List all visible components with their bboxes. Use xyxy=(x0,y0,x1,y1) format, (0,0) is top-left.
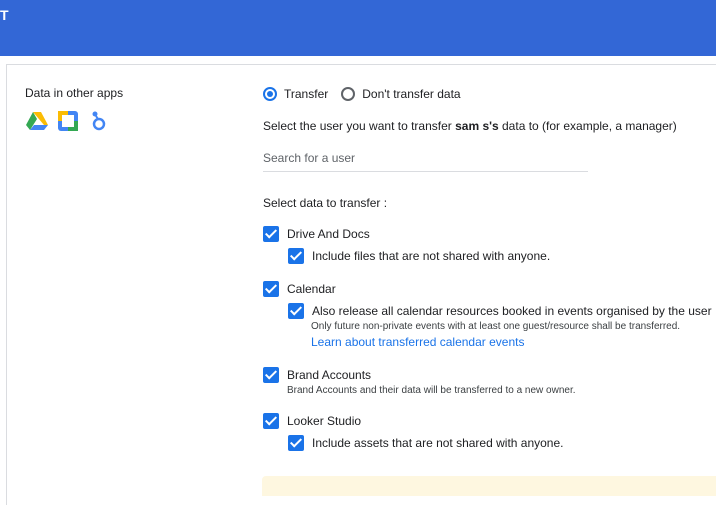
looker-studio-option[interactable]: Looker Studio xyxy=(263,413,361,429)
transfer-radio-label[interactable]: Transfer xyxy=(284,87,328,101)
calendar-checkbox[interactable] xyxy=(263,281,279,297)
brand-accounts-label: Brand Accounts xyxy=(287,368,372,382)
drive-unshared-files-label: Include files that are not shared with a… xyxy=(312,249,551,263)
calendar-label: Calendar xyxy=(287,282,336,296)
looker-unshared-assets-option[interactable]: Include assets that are not shared with … xyxy=(288,435,564,451)
section-label: Data in other apps xyxy=(25,86,124,100)
top-app-bar: T xyxy=(0,0,716,56)
calendar-release-resources-option[interactable]: Also release all calendar resources book… xyxy=(288,303,712,319)
drive-and-docs-checkbox[interactable] xyxy=(263,226,279,242)
drive-unshared-files-option[interactable]: Include files that are not shared with a… xyxy=(288,248,550,264)
drive-and-docs-label: Drive And Docs xyxy=(287,227,370,241)
instruction-prefix: Select the user you want to transfer xyxy=(263,119,456,133)
instruction-user: sam s's xyxy=(455,119,499,133)
calendar-note: Only future non-private events with at l… xyxy=(311,321,681,332)
dont-transfer-radio[interactable] xyxy=(341,87,356,101)
transfer-option-group: Transfer Don't transfer data xyxy=(263,87,474,101)
instruction-suffix: data to (for example, a manager) xyxy=(498,119,677,133)
transfer-radio[interactable] xyxy=(263,87,277,101)
dont-transfer-radio-label[interactable]: Don't transfer data xyxy=(362,87,460,101)
looker-studio-checkbox[interactable] xyxy=(263,413,279,429)
user-search-input[interactable] xyxy=(263,145,588,172)
brand-accounts-option[interactable]: Brand Accounts xyxy=(263,367,371,383)
app-bar-title: T xyxy=(0,7,9,23)
app-icons xyxy=(26,110,110,132)
brand-accounts-note: Brand Accounts and their data will be tr… xyxy=(287,385,576,396)
calendar-option[interactable]: Calendar xyxy=(263,281,336,297)
looker-unshared-assets-checkbox[interactable] xyxy=(288,435,304,451)
transfer-instruction: Select the user you want to transfer sam… xyxy=(263,119,677,133)
learn-calendar-events-link[interactable]: Learn about transferred calendar events xyxy=(311,335,524,349)
looker-unshared-assets-label: Include assets that are not shared with … xyxy=(312,436,564,450)
google-calendar-icon xyxy=(57,110,79,132)
select-data-heading: Select data to transfer : xyxy=(263,196,388,210)
google-drive-icon xyxy=(26,110,48,132)
calendar-release-resources-checkbox[interactable] xyxy=(288,303,304,319)
drive-unshared-files-checkbox[interactable] xyxy=(288,248,304,264)
drive-and-docs-option[interactable]: Drive And Docs xyxy=(263,226,370,242)
notice-banner xyxy=(262,476,716,496)
calendar-release-resources-label: Also release all calendar resources book… xyxy=(312,304,712,318)
looker-studio-label: Looker Studio xyxy=(287,414,362,428)
looker-studio-icon xyxy=(88,110,110,132)
brand-accounts-checkbox[interactable] xyxy=(263,367,279,383)
